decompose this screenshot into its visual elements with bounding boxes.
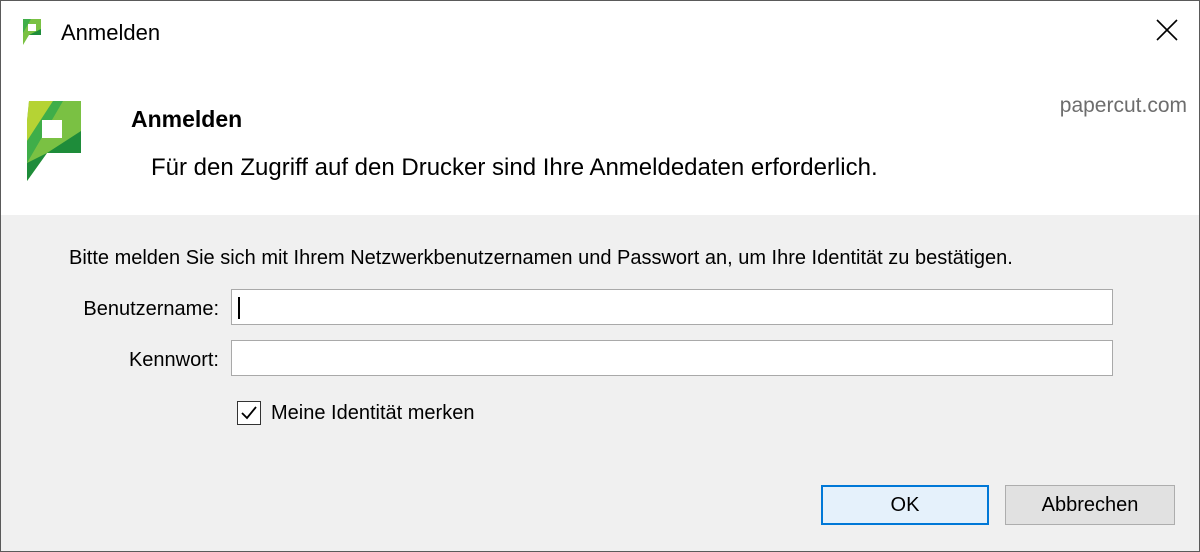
close-icon <box>1156 18 1178 46</box>
dialog-body: Bitte melden Sie sich mit Ihrem Netzwerk… <box>1 215 1199 551</box>
window-title: Anmelden <box>61 20 161 45</box>
text-caret <box>238 297 240 319</box>
remember-identity-checkbox[interactable]: Meine Identität merken <box>237 399 474 427</box>
close-button[interactable] <box>1135 1 1199 63</box>
ok-button[interactable]: OK <box>821 485 989 525</box>
password-label: Kennwort: <box>128 349 219 371</box>
checkbox-box[interactable] <box>237 401 261 425</box>
dialog-header: Anmelden Für den Zugriff auf den Drucker… <box>1 63 1199 215</box>
header-title: Anmelden <box>131 106 243 132</box>
header-subtitle: Für den Zugriff auf den Drucker sind Ihr… <box>151 154 878 181</box>
papercut-link[interactable]: papercut.com <box>1060 93 1187 119</box>
password-input[interactable] <box>231 340 1113 376</box>
username-input[interactable] <box>231 289 1113 325</box>
papercut-app-icon <box>21 19 43 45</box>
checkmark-icon <box>241 406 257 420</box>
instruction-text: Bitte melden Sie sich mit Ihrem Netzwerk… <box>69 247 1013 269</box>
username-label: Benutzername: <box>83 298 219 320</box>
remember-identity-label[interactable]: Meine Identität merken <box>271 400 474 426</box>
papercut-logo-icon <box>23 101 85 183</box>
login-dialog: Anmelden Anmelden Für den Zugriff auf de… <box>0 0 1200 552</box>
title-bar[interactable]: Anmelden <box>1 1 1199 63</box>
cancel-button[interactable]: Abbrechen <box>1005 485 1175 525</box>
